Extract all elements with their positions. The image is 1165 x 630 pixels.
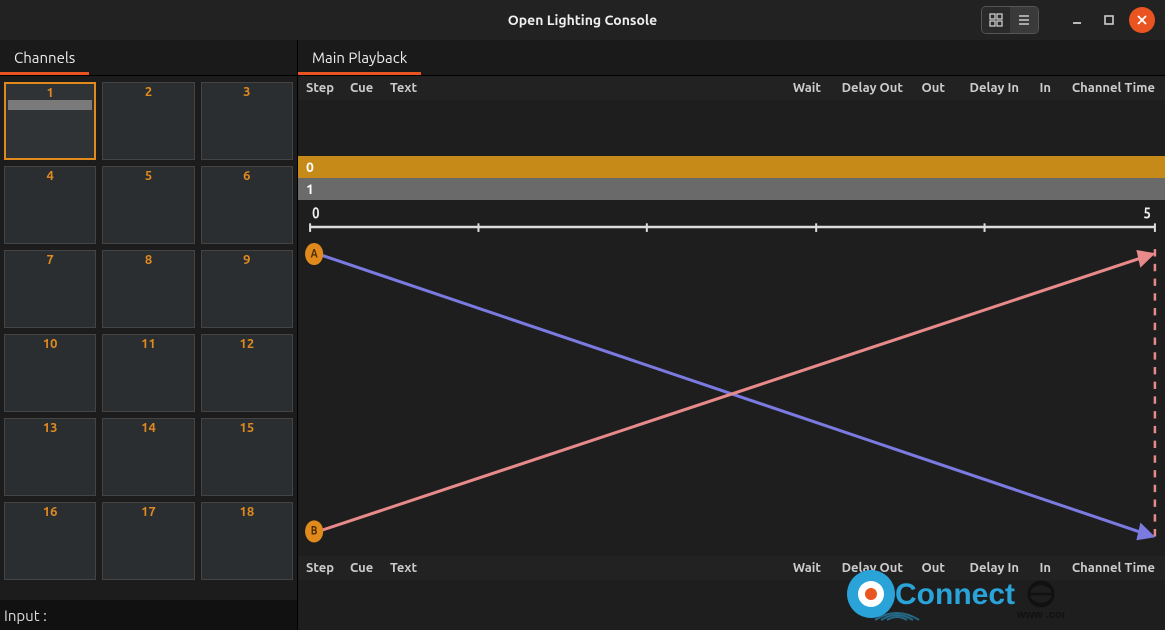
channel-number: 15 (202, 421, 292, 435)
channel-value-bar (8, 100, 92, 110)
view-mode-toggle (981, 6, 1039, 34)
col-step: Step (298, 81, 342, 95)
col-out: Out (911, 81, 953, 95)
channel-cell-4[interactable]: 4 (4, 166, 96, 244)
channel-number: 14 (103, 421, 193, 435)
channel-cell-18[interactable]: 18 (201, 502, 293, 580)
titlebar: Open Lighting Console (0, 0, 1165, 40)
close-button[interactable] (1129, 7, 1155, 33)
channel-number: 8 (103, 253, 193, 267)
channel-number: 7 (5, 253, 95, 267)
channel-number: 13 (5, 421, 95, 435)
channel-number: 1 (6, 86, 94, 100)
col-in: In (1027, 81, 1059, 95)
tab-main-playback[interactable]: Main Playback (298, 41, 421, 75)
channel-number: 10 (5, 337, 95, 351)
crossfade-graph: 0 5 (298, 200, 1165, 556)
channel-number: 6 (202, 169, 292, 183)
channel-number: 4 (5, 169, 95, 183)
watermark-logo: Connect www .com (845, 566, 1065, 624)
channel-cell-12[interactable]: 12 (201, 334, 293, 412)
cue-list-empty-bottom: Connect www .com (298, 580, 1165, 630)
col-cue: Cue (342, 81, 382, 95)
input-label: Input : (4, 607, 47, 624)
channel-cell-11[interactable]: 11 (102, 334, 194, 412)
channel-cell-8[interactable]: 8 (102, 250, 194, 328)
col-delay-in: Delay In (953, 81, 1027, 95)
playback-panel: Main Playback Step Cue Text Wait Delay O… (298, 40, 1165, 630)
maximize-button[interactable] (1097, 8, 1121, 32)
channel-cell-2[interactable]: 2 (102, 82, 194, 160)
cue-row-1[interactable]: 1 (298, 178, 1165, 200)
grid-view-button[interactable] (982, 7, 1010, 33)
right-tab-row: Main Playback (298, 40, 1165, 76)
window-controls (981, 6, 1155, 34)
svg-text:www .com: www .com (1016, 609, 1065, 621)
scale-end: 5 (1143, 203, 1150, 222)
channel-cell-14[interactable]: 14 (102, 418, 194, 496)
channel-number: 17 (103, 505, 193, 519)
channel-cell-13[interactable]: 13 (4, 418, 96, 496)
cue-row-0[interactable]: 0 (298, 156, 1165, 178)
channel-number: 16 (5, 505, 95, 519)
col-delay-out: Delay Out (829, 81, 911, 95)
channel-cell-5[interactable]: 5 (102, 166, 194, 244)
channel-number: 3 (202, 85, 292, 99)
channel-number: 2 (103, 85, 193, 99)
minimize-button[interactable] (1065, 8, 1089, 32)
cue-header: Step Cue Text Wait Delay Out Out Delay I… (298, 76, 1165, 100)
channel-number: 5 (103, 169, 193, 183)
channel-cell-1[interactable]: 1 (4, 82, 96, 160)
left-tab-row: Channels (0, 40, 297, 76)
command-input-line[interactable]: Input : (0, 600, 297, 630)
cue-list-empty-top (298, 100, 1165, 156)
svg-text:Connect: Connect (895, 578, 1015, 611)
channel-number: 18 (202, 505, 292, 519)
channel-cell-15[interactable]: 15 (201, 418, 293, 496)
channel-number: 12 (202, 337, 292, 351)
channel-cell-3[interactable]: 3 (201, 82, 293, 160)
scale-start: 0 (312, 203, 319, 222)
marker-a-label: A (311, 247, 318, 260)
list-view-button[interactable] (1010, 7, 1038, 33)
channel-number: 9 (202, 253, 292, 267)
col-text: Text (382, 81, 781, 95)
marker-b-label: B (311, 525, 318, 538)
channel-cell-17[interactable]: 17 (102, 502, 194, 580)
channel-cell-7[interactable]: 7 (4, 250, 96, 328)
channels-grid: 123456789101112131415161718 (0, 76, 297, 600)
col-channel-time: Channel Time (1059, 81, 1165, 95)
channel-cell-6[interactable]: 6 (201, 166, 293, 244)
col-wait: Wait (781, 81, 829, 95)
channel-cell-16[interactable]: 16 (4, 502, 96, 580)
channel-number: 11 (103, 337, 193, 351)
channel-cell-9[interactable]: 9 (201, 250, 293, 328)
channels-panel: Channels 123456789101112131415161718 Inp… (0, 40, 298, 630)
tab-channels[interactable]: Channels (0, 41, 89, 75)
channel-cell-10[interactable]: 10 (4, 334, 96, 412)
